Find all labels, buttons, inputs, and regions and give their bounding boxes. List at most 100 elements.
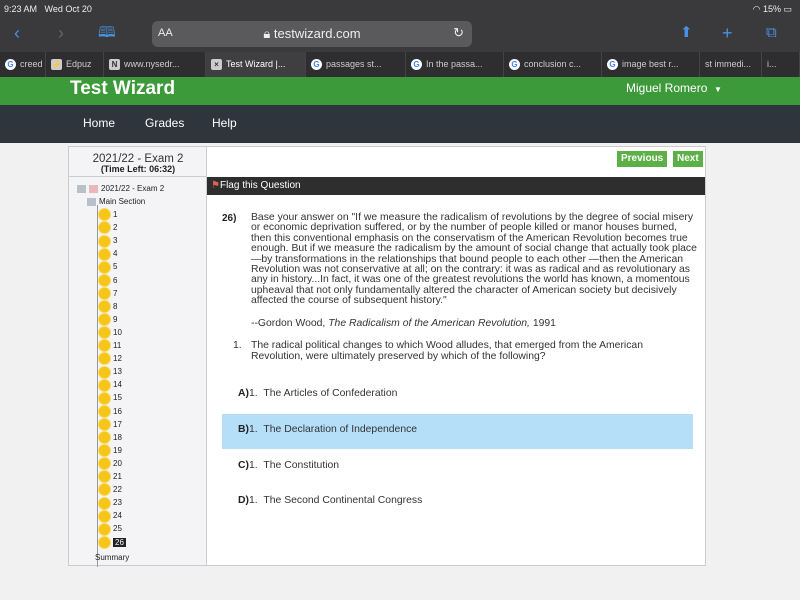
back-icon[interactable]: ‹ (14, 22, 20, 44)
question-status-icon (99, 301, 110, 313)
brand-logo[interactable]: Test Wizard (70, 78, 175, 100)
address-bar[interactable]: AA 🔒︎ testwizard.com ↻ (152, 21, 472, 47)
tree-question-item[interactable]: 16 (99, 405, 122, 418)
battery-status: ◠ 15% ▭ (752, 4, 792, 14)
question-status-icon (99, 484, 110, 496)
tab-label: Test Wizard |... (226, 59, 286, 69)
browser-tab[interactable]: G In the passa... (406, 52, 504, 77)
answer-option[interactable]: A)1. The Articles of Confederation (222, 378, 693, 413)
question-status-icon (99, 222, 110, 234)
tree-question-item[interactable]: 15 (99, 391, 122, 404)
share-icon[interactable]: ⬆ (680, 22, 693, 44)
tree-question-item[interactable]: 7 (99, 287, 117, 300)
nav-grades[interactable]: Grades (145, 116, 184, 130)
browser-tab[interactable]: i... (762, 52, 800, 77)
tree-question-item[interactable]: 17 (99, 418, 122, 431)
tree-question-item[interactable]: 23 (99, 496, 122, 509)
tree-question-item[interactable]: 24 (99, 509, 122, 522)
tree-section[interactable]: Main Section (87, 195, 145, 208)
tree-question-item[interactable]: 12 (99, 352, 122, 365)
forward-icon[interactable]: › (58, 22, 64, 44)
tree-question-item[interactable]: 19 (99, 444, 122, 457)
tab-label: creed (20, 59, 43, 69)
question-status-icon (99, 497, 110, 509)
question-status-icon (99, 353, 110, 365)
tree-line (97, 205, 98, 567)
main-nav: Home Grades Help (0, 105, 800, 143)
question-status-icon (99, 274, 110, 286)
tree-question-item[interactable]: 2 (99, 221, 117, 234)
browser-tab[interactable]: Gpassages st... (306, 52, 406, 77)
flag-question-button[interactable]: ⚑Flag this Question (207, 177, 705, 195)
browser-tab[interactable]: Nwww.nysedr... (104, 52, 206, 77)
exam-header: 2021/22 - Exam 2 (Time Left: 06:32) (69, 147, 207, 177)
question-status-icon (99, 327, 110, 339)
tree-question-item[interactable]: 26 (99, 536, 126, 549)
tree-question-item[interactable]: 11 (99, 339, 121, 352)
question-status-icon (99, 445, 110, 457)
passage-citation: --Gordon Wood, The Radicalism of the Ame… (251, 318, 556, 329)
tree-question-item[interactable]: 21 (99, 470, 122, 483)
question-navigator: 2021/22 - Exam 2 (Time Left: 06:32) 2021… (69, 147, 207, 567)
question-passage: Base your answer on "If we measure the r… (251, 212, 697, 307)
nav-home[interactable]: Home (83, 116, 115, 130)
browser-toolbar: ‹ › 🕮 AA 🔒︎ testwizard.com ↻ ⬆ + ⧉ (0, 18, 800, 52)
url-text: 🔒︎ testwizard.com (263, 26, 361, 41)
browser-tabs: Gcreed ⚡ Edpuz Nwww.nysedr... × Test Wizard |… (0, 52, 800, 77)
tree-question-item[interactable]: 25 (99, 522, 122, 535)
question-status-icon (99, 471, 110, 483)
browser-tab[interactable]: st immedi... (700, 52, 762, 77)
answer-option[interactable]: B)1. The Declaration of Independence (222, 414, 693, 449)
lock-icon: 🔒︎ (263, 26, 271, 41)
tree-question-item[interactable]: 14 (99, 378, 122, 391)
time-left: (Time Left: 06:32) (100, 164, 176, 174)
google-icon: G (311, 59, 322, 70)
question-status-icon (99, 379, 110, 391)
question-status-icon (99, 261, 110, 273)
tabs-overview-icon[interactable]: ⧉ (766, 22, 777, 44)
answer-option[interactable]: C)1. The Constitution (222, 450, 693, 485)
tree-question-item[interactable]: 9 (99, 313, 117, 326)
browser-tab[interactable]: ⚡ Edpuz (46, 52, 104, 77)
status-bar: 9:23 AM Wed Oct 20 ◠ 15% ▭ (0, 0, 800, 18)
question-status-icon (99, 510, 110, 522)
browser-tab[interactable]: Gcreed (0, 52, 46, 77)
tree-root[interactable]: 2021/22 - Exam 2 (77, 182, 164, 195)
google-icon: G (509, 59, 520, 70)
tree-question-item[interactable]: 1 (99, 208, 117, 221)
tree-question-item[interactable]: 13 (99, 365, 122, 378)
browser-tab[interactable]: × Test Wizard |... (206, 52, 306, 77)
tab-label: In the passa... (426, 59, 483, 69)
answer-option[interactable]: D)1. The Second Continental Congress (222, 485, 693, 520)
question-status-icon (99, 340, 110, 352)
tree-question-item[interactable]: 22 (99, 483, 122, 496)
tree-question-item[interactable]: 5 (99, 260, 117, 273)
tree-question-item[interactable]: 6 (99, 274, 117, 287)
next-button[interactable]: Next (673, 151, 703, 167)
tree-summary[interactable]: Summary (95, 551, 129, 564)
nav-help[interactable]: Help (212, 116, 237, 130)
tree-question-item[interactable]: 4 (99, 247, 117, 260)
tree-question-item[interactable]: 3 (99, 234, 117, 247)
tree-question-item[interactable]: 18 (99, 431, 122, 444)
previous-button[interactable]: Previous (617, 151, 668, 167)
bookmarks-icon[interactable]: 🕮 (98, 22, 116, 44)
google-icon: G (607, 59, 618, 70)
tree-question-item[interactable]: 20 (99, 457, 122, 470)
new-tab-icon[interactable]: + (722, 22, 733, 44)
tab-label: www.nysedr... (124, 59, 180, 69)
google-icon: G (411, 59, 422, 70)
browser-tab[interactable]: Gimage best r... (602, 52, 700, 77)
question-status-icon (99, 366, 110, 378)
reload-icon[interactable]: ↻ (453, 25, 464, 41)
tree-question-item[interactable]: 10 (99, 326, 122, 339)
caret-down-icon: ▼ (714, 85, 722, 94)
tree-question-item[interactable]: 8 (99, 300, 117, 313)
tab-label: Edpuz (66, 59, 92, 69)
user-menu[interactable]: Miguel Romero ▼ (626, 81, 722, 95)
question-status-icon (99, 536, 110, 548)
question-prompt: 1. The radical political changes to which… (233, 340, 643, 362)
browser-tab[interactable]: Gconclusion c... (504, 52, 602, 77)
question-status-icon (99, 248, 110, 260)
flag-icon: ⚑ (211, 180, 220, 191)
